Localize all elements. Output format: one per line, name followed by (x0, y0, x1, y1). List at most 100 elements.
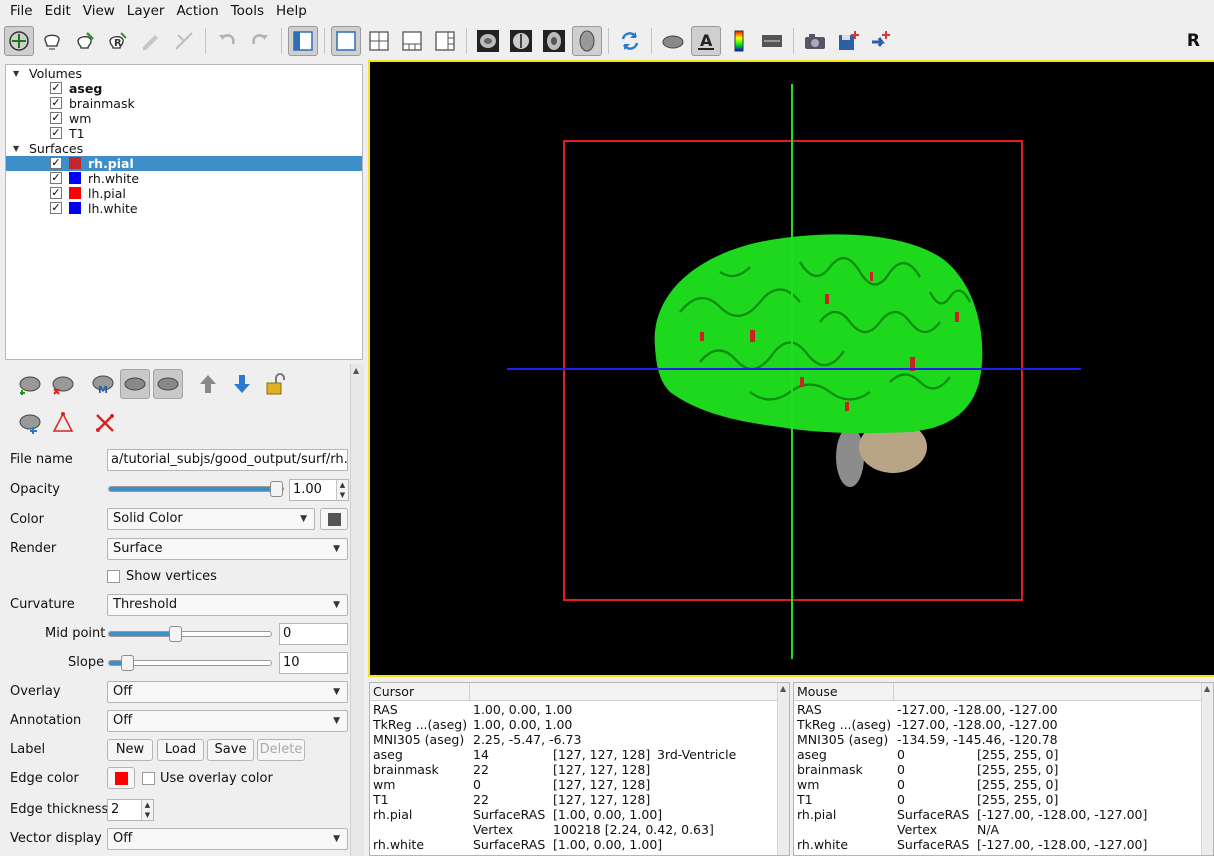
3d-view-button[interactable] (572, 26, 602, 56)
tree-group-volumes[interactable]: ▼ Volumes (6, 66, 362, 81)
layout-2x2-button[interactable] (364, 26, 394, 56)
info-value[interactable]: 1.00, 0.00, 1.00 (473, 717, 572, 732)
tree-item-lh-pial[interactable]: ✓ lh.pial (6, 186, 362, 201)
layer-visibility-checkbox[interactable]: ✓ (50, 187, 62, 199)
midpoint-slider-handle[interactable] (169, 626, 182, 642)
layer-visibility-checkbox[interactable]: ✓ (50, 97, 62, 109)
label-new-button[interactable]: New (107, 739, 153, 761)
move-layer-up-icon[interactable] (193, 369, 223, 399)
layer-visibility-checkbox[interactable]: ✓ (50, 172, 62, 184)
info-value[interactable]: 14 (473, 747, 489, 762)
menu-layer[interactable]: Layer (121, 1, 171, 21)
show-annotation-text-button[interactable]: A (691, 26, 721, 56)
layer-visibility-checkbox[interactable]: ✓ (50, 112, 62, 124)
axial-view-button[interactable] (539, 26, 569, 56)
load-surface-icon[interactable] (15, 369, 45, 399)
opacity-slider[interactable] (108, 481, 284, 497)
layer-visibility-checkbox[interactable]: ✓ (50, 157, 62, 169)
show-slices-button[interactable] (658, 26, 688, 56)
scroll-up-icon[interactable]: ▲ (780, 684, 786, 693)
point-set-edit-button[interactable] (136, 26, 166, 56)
lock-layer-icon[interactable] (260, 369, 290, 399)
slope-field[interactable]: 10 (279, 652, 348, 674)
scroll-up-icon[interactable]: ▲ (1204, 684, 1210, 693)
clear-marks-icon[interactable] (90, 408, 120, 438)
midpoint-slider[interactable] (108, 626, 272, 642)
navigate-tool-button[interactable] (4, 26, 34, 56)
info-value[interactable]: -134.59, -145.46, -120.78 (897, 732, 1058, 747)
panel-scrollbar[interactable]: ▲ (350, 364, 364, 856)
layer-visibility-checkbox[interactable]: ✓ (50, 82, 62, 94)
voxel-edit-tool-button[interactable] (37, 26, 67, 56)
info-value[interactable]: 0 (473, 777, 481, 792)
cursor-info-scrollbar[interactable]: ▲ (777, 683, 789, 855)
info-value[interactable]: 2.25, -5.47, -6.73 (473, 732, 581, 747)
tree-item-wm[interactable]: ✓ wm (6, 111, 362, 126)
scroll-up-icon[interactable]: ▲ (353, 366, 359, 375)
menu-edit[interactable]: Edit (39, 1, 77, 21)
info-coords[interactable]: 100218 [2.24, 0.42, 0.63] (553, 822, 714, 837)
contour-tool-button[interactable] (169, 26, 199, 56)
menu-view[interactable]: View (77, 1, 121, 21)
info-value[interactable]: 22 (473, 762, 489, 777)
coronal-view-button[interactable] (506, 26, 536, 56)
menu-help[interactable]: Help (270, 1, 313, 21)
info-value[interactable]: -127.00, -128.00, -127.00 (897, 717, 1058, 732)
show-vertices-checkbox[interactable] (107, 570, 120, 583)
layer-visibility-checkbox[interactable]: ✓ (50, 127, 62, 139)
vector-display-dropdown[interactable]: Off ▼ (107, 828, 348, 850)
save-screenshot-button[interactable] (800, 26, 830, 56)
info-value[interactable]: 0 (897, 747, 905, 762)
save-point-button[interactable] (833, 26, 863, 56)
close-surface-icon[interactable] (48, 369, 78, 399)
surface-inflated-icon[interactable] (120, 369, 150, 399)
render-mode-dropdown[interactable]: Surface ▼ (107, 538, 348, 560)
layer-tree[interactable]: ▼ Volumes ✓ aseg ✓ brainmask ✓ wm ✓ T1 ▼… (5, 64, 363, 360)
midpoint-field[interactable]: 0 (279, 623, 348, 645)
menu-action[interactable]: Action (170, 1, 224, 21)
annotation-dropdown[interactable]: Off ▼ (107, 710, 348, 732)
path-tool-icon[interactable] (48, 408, 78, 438)
reset-view-button[interactable] (615, 26, 645, 56)
tree-item-rh-pial[interactable]: ✓ rh.pial (6, 156, 362, 171)
layer-visibility-checkbox[interactable]: ✓ (50, 202, 62, 214)
menu-tools[interactable]: Tools (225, 1, 270, 21)
use-overlay-color-checkbox[interactable] (142, 772, 155, 785)
opacity-spinbox[interactable]: 1.00 ▲ ▼ (289, 479, 349, 501)
tree-item-aseg[interactable]: ✓ aseg (6, 81, 362, 96)
slope-slider[interactable] (108, 655, 272, 671)
spin-arrows-icon[interactable]: ▲ ▼ (141, 800, 153, 820)
surface-main-icon[interactable]: M (88, 369, 118, 399)
opacity-slider-handle[interactable] (270, 481, 283, 497)
sagittal-view-button[interactable] (473, 26, 503, 56)
info-value[interactable]: 22 (473, 792, 489, 807)
undo-button[interactable] (212, 26, 242, 56)
info-value[interactable]: 1.00, 0.00, 1.00 (473, 702, 572, 717)
label-load-button[interactable]: Load (157, 739, 204, 761)
tree-group-surfaces[interactable]: ▼ Surfaces (6, 141, 362, 156)
roi-edit-tool-button[interactable]: R (103, 26, 133, 56)
label-save-button[interactable]: Save (207, 739, 254, 761)
tree-item-rh-white[interactable]: ✓ rh.white (6, 171, 362, 186)
toggle-control-panel-button[interactable] (288, 26, 318, 56)
expand-arrow-icon[interactable]: ▼ (13, 66, 19, 81)
layout-1-3-horizontal-button[interactable] (430, 26, 460, 56)
file-name-field[interactable]: a/tutorial_subjs/good_output/surf/rh.pia… (107, 449, 348, 471)
curvature-dropdown[interactable]: Threshold ▼ (107, 594, 348, 616)
tree-item-brainmask[interactable]: ✓ brainmask (6, 96, 362, 111)
info-value[interactable]: 0 (897, 777, 905, 792)
color-bar-button[interactable] (724, 26, 754, 56)
menu-file[interactable]: File (4, 1, 39, 21)
layout-1-3-button[interactable] (397, 26, 427, 56)
layout-1x1-button[interactable] (331, 26, 361, 56)
recon-edit-tool-button[interactable] (70, 26, 100, 56)
surface-white-icon[interactable] (153, 369, 183, 399)
redo-button[interactable] (245, 26, 275, 56)
3d-render-view[interactable] (368, 60, 1214, 677)
surface-label-icon[interactable] (15, 408, 45, 438)
edge-thickness-spinbox[interactable]: 2 ▲ ▼ (107, 799, 154, 821)
tree-item-lh-white[interactable]: ✓ lh.white (6, 201, 362, 216)
info-value[interactable]: -127.00, -128.00, -127.00 (897, 702, 1058, 717)
surface-color-button[interactable] (320, 508, 348, 530)
label-delete-button[interactable]: Delete (257, 739, 305, 761)
